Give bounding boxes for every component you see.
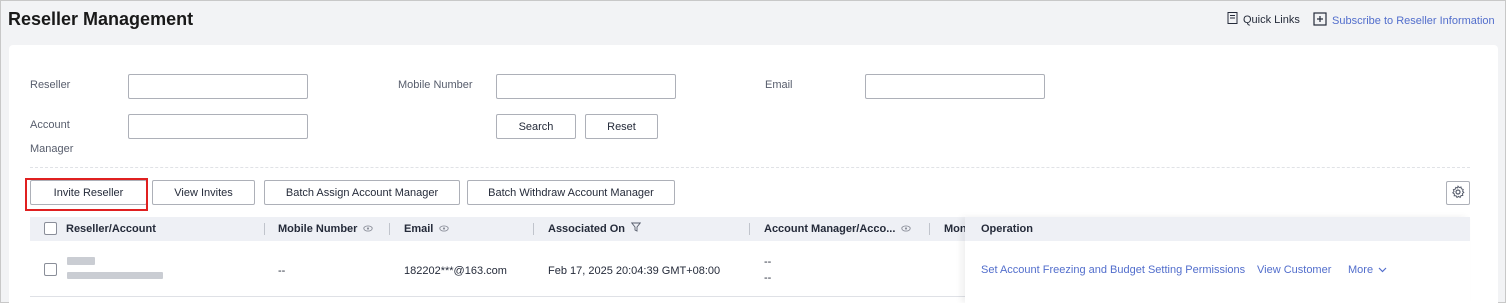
more-dropdown[interactable]: More	[1348, 264, 1387, 276]
chevron-down-icon	[1378, 264, 1387, 276]
reseller-label: Reseller	[30, 79, 71, 91]
reset-button[interactable]: Reset	[585, 114, 658, 139]
cell-associated-on: Feb 17, 2025 20:04:39 GMT+08:00	[548, 265, 721, 277]
table-settings-button[interactable]	[1446, 181, 1470, 205]
batch-withdraw-button[interactable]: Batch Withdraw Account Manager	[467, 180, 675, 205]
more-label: More	[1348, 264, 1374, 276]
column-operation-label: Operation	[981, 223, 1033, 235]
cell-account-manager: --	[764, 256, 772, 268]
column-separator	[389, 223, 390, 235]
column-account-manager: Account Manager/Acco...	[764, 217, 912, 241]
column-separator	[929, 223, 930, 235]
filter-icon[interactable]	[630, 217, 642, 241]
subscribe-icon	[1313, 12, 1327, 29]
eye-icon[interactable]	[363, 217, 374, 241]
column-separator	[533, 223, 534, 235]
account-manager-label-line2: Manager	[30, 143, 74, 155]
operation-header: Operation	[965, 217, 1470, 241]
page-title: Reseller Management	[8, 9, 194, 29]
quick-links-label: Quick Links	[1243, 13, 1300, 26]
cell-email: 182202***@163.com	[404, 265, 507, 277]
column-account-manager-label: Account Manager/Acco...	[764, 223, 896, 235]
view-customer-link[interactable]: View Customer	[1257, 264, 1331, 276]
search-button[interactable]: Search	[496, 114, 576, 139]
eye-icon[interactable]	[901, 217, 912, 241]
column-reseller-account: Reseller/Account	[66, 217, 156, 241]
column-separator	[264, 223, 265, 235]
filter-divider	[30, 167, 1470, 168]
eye-icon[interactable]	[439, 217, 450, 241]
column-associated-on: Associated On	[548, 217, 642, 241]
mobile-number-input[interactable]	[496, 74, 676, 99]
email-label: Email	[765, 79, 793, 91]
subscribe-link[interactable]: Subscribe to Reseller Information	[1313, 12, 1495, 29]
cell-mobile: --	[278, 265, 286, 277]
reseller-input[interactable]	[128, 74, 308, 99]
view-invites-button[interactable]: View Invites	[152, 180, 255, 205]
gear-icon	[1451, 184, 1465, 202]
document-icon	[1227, 12, 1238, 27]
account-manager-input[interactable]	[128, 114, 308, 139]
email-input[interactable]	[865, 74, 1045, 99]
cell-account-manager-account: --	[764, 272, 772, 284]
column-mon: Mon	[944, 217, 967, 241]
row-checkbox[interactable]	[44, 263, 57, 276]
column-email: Email	[404, 217, 450, 241]
column-email-label: Email	[404, 223, 434, 235]
batch-assign-button[interactable]: Batch Assign Account Manager	[264, 180, 460, 205]
set-freezing-permissions-link[interactable]: Set Account Freezing and Budget Setting …	[981, 264, 1245, 276]
quick-links-link[interactable]: Quick Links	[1227, 12, 1300, 27]
subscribe-label: Subscribe to Reseller Information	[1332, 14, 1495, 27]
column-mobile-label: Mobile Number	[278, 223, 358, 235]
column-mobile-number: Mobile Number	[278, 217, 374, 241]
account-manager-label-line1: Account	[30, 119, 70, 131]
highlight-box	[25, 178, 148, 211]
column-reseller-label: Reseller/Account	[66, 223, 156, 235]
column-separator	[749, 223, 750, 235]
main-card: Reseller Mobile Number Email Account Man…	[9, 45, 1498, 303]
select-all-checkbox[interactable]	[44, 222, 57, 235]
column-associated-on-label: Associated On	[548, 223, 626, 235]
mobile-number-label: Mobile Number	[398, 79, 473, 91]
operation-panel: Operation Set Account Freezing and Budge…	[965, 217, 1470, 303]
column-mon-label: Mon	[944, 223, 967, 235]
